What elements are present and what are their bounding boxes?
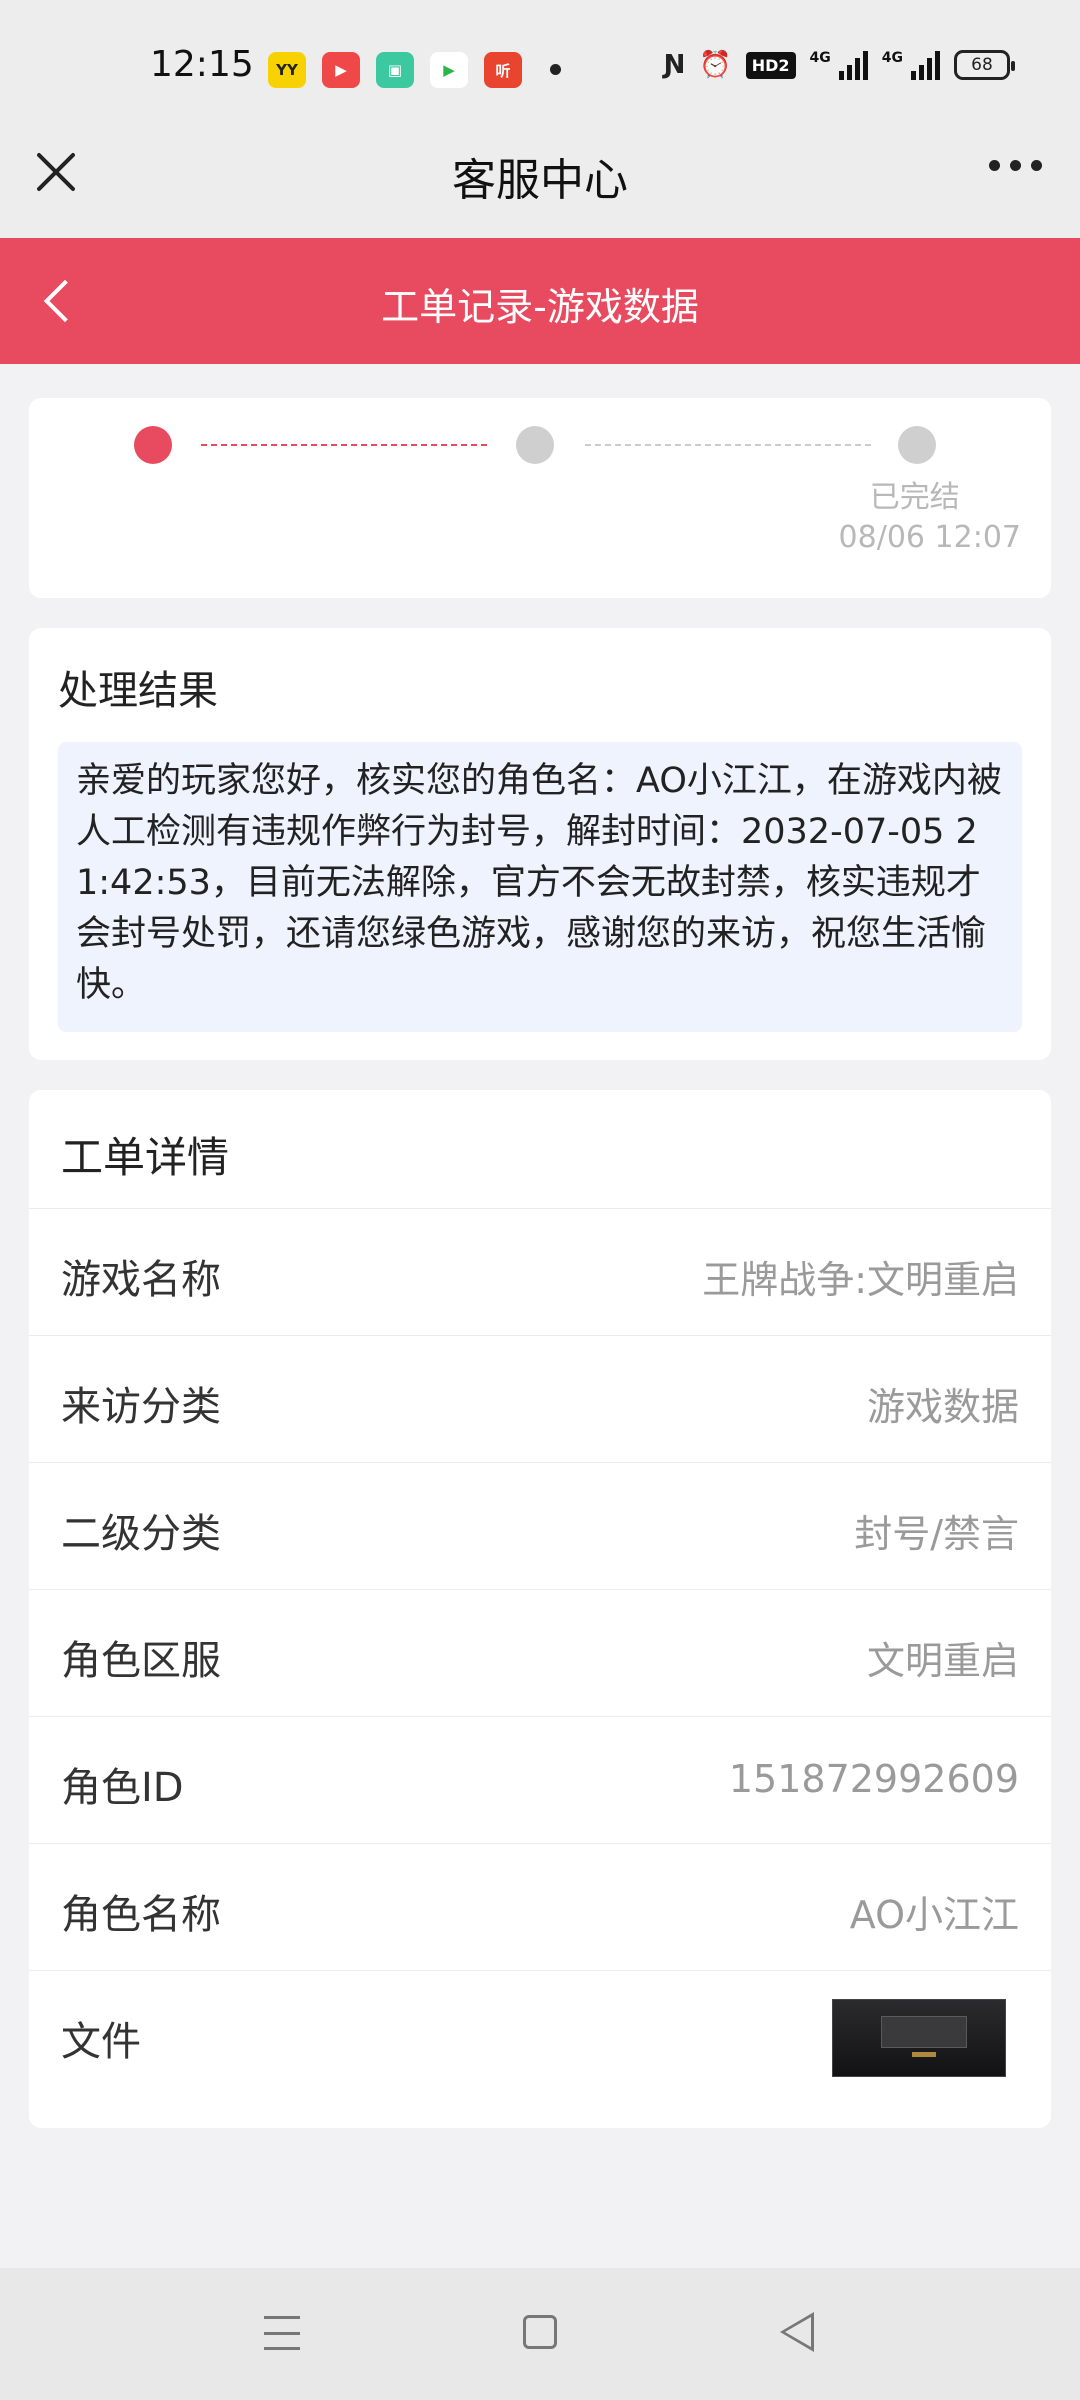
detail-value: 游戏数据 — [866, 1385, 1019, 1429]
detail-row-sub-category: 二级分类 封号/禁言 — [29, 1462, 1051, 1589]
tencent-video-icon: ▶ — [430, 52, 468, 88]
hd-voice-badge: HD2 — [745, 51, 796, 79]
header-title: 工单记录-游戏数据 — [381, 285, 699, 329]
signal-icon-2 — [911, 50, 940, 80]
detail-label: 游戏名称 — [61, 1257, 221, 1303]
home-icon[interactable] — [523, 2315, 557, 2349]
page-title: 客服中心 — [452, 155, 628, 206]
detail-value: 封号/禁言 — [854, 1512, 1019, 1556]
battery-icon: 68 — [954, 50, 1015, 80]
result-message: 亲爱的玩家您好，核实您的角色名：AO小江江，在游戏内被人工检测有违规作弊行为封号… — [58, 742, 1022, 1032]
detail-row-file: 文件 — [29, 1970, 1051, 2097]
detail-label: 二级分类 — [61, 1511, 221, 1557]
result-card: 处理结果 亲爱的玩家您好，核实您的角色名：AO小江江，在游戏内被人工检测有违规作… — [29, 628, 1051, 1060]
status-indicators: Ɲ ⏰ HD2 4G 4G 68 — [663, 50, 1015, 80]
status-time: 12:15 — [150, 44, 254, 85]
more-options-icon[interactable] — [989, 160, 1042, 171]
step-3-info: 已完结 08/06 12:07 — [839, 478, 1021, 558]
detail-value: 文明重启 — [866, 1639, 1019, 1683]
detail-label: 角色名称 — [61, 1892, 221, 1938]
yy-app-icon: YY — [268, 52, 306, 88]
network-type-1: 4G — [809, 50, 831, 66]
detail-row-game-name: 游戏名称 王牌战争:文明重启 — [29, 1208, 1051, 1335]
network-type-2: 4G — [881, 50, 903, 66]
detail-label: 文件 — [61, 2019, 141, 2065]
detail-value: AO小江江 — [849, 1893, 1019, 1937]
nav-back-icon[interactable] — [780, 2312, 814, 2352]
video-app-icon: ▶ — [322, 52, 360, 88]
detail-row-role-id: 角色ID 151872992609 — [29, 1716, 1051, 1843]
listen-app-icon: 听 — [484, 52, 522, 88]
recents-icon[interactable] — [264, 2316, 300, 2350]
detail-label: 角色ID — [61, 1765, 184, 1811]
details-card: 工单详情 游戏名称 王牌战争:文明重启 来访分类 游戏数据 二级分类 封号/禁言… — [29, 1090, 1051, 2128]
detail-label: 角色区服 — [61, 1638, 221, 1684]
step-3-label: 已完结 — [869, 480, 960, 515]
detail-row-role-name: 角色名称 AO小江江 — [29, 1843, 1051, 1970]
step-connector-2 — [585, 444, 871, 446]
step-3-time: 08/06 12:07 — [838, 520, 1021, 555]
detail-label: 来访分类 — [61, 1384, 221, 1430]
alarm-icon: ⏰ — [699, 50, 732, 80]
section-header: 工单记录-游戏数据 — [0, 238, 1080, 364]
detail-value: 151872992609 — [728, 1757, 1019, 1801]
result-title: 处理结果 — [58, 668, 218, 714]
file-thumbnail[interactable] — [832, 1999, 1006, 2077]
step-2-dot — [516, 426, 554, 464]
detail-row-visit-category: 来访分类 游戏数据 — [29, 1335, 1051, 1462]
status-bar: 12:15 YY ▶ ▣ ▶ 听 Ɲ ⏰ HD2 4G 4G 68 — [0, 0, 1080, 140]
nfc-icon: Ɲ — [663, 50, 686, 80]
progress-card: 已完结 08/06 12:07 — [29, 398, 1051, 598]
step-1-dot — [134, 426, 172, 464]
details-list: 游戏名称 王牌战争:文明重启 来访分类 游戏数据 二级分类 封号/禁言 角色区服… — [29, 1208, 1051, 2097]
title-bar: 客服中心 — [0, 120, 1080, 238]
more-notifications-dot — [550, 64, 561, 75]
step-3-dot — [898, 426, 936, 464]
step-connector-1 — [201, 444, 487, 446]
detail-value: 王牌战争:文明重启 — [702, 1258, 1019, 1302]
notification-icons: YY ▶ ▣ ▶ 听 — [268, 52, 522, 88]
details-title: 工单详情 — [61, 1133, 230, 1182]
detail-row-server: 角色区服 文明重启 — [29, 1589, 1051, 1716]
system-nav-bar — [0, 2268, 1080, 2400]
signal-icon — [838, 50, 868, 80]
gallery-app-icon: ▣ — [376, 52, 414, 88]
